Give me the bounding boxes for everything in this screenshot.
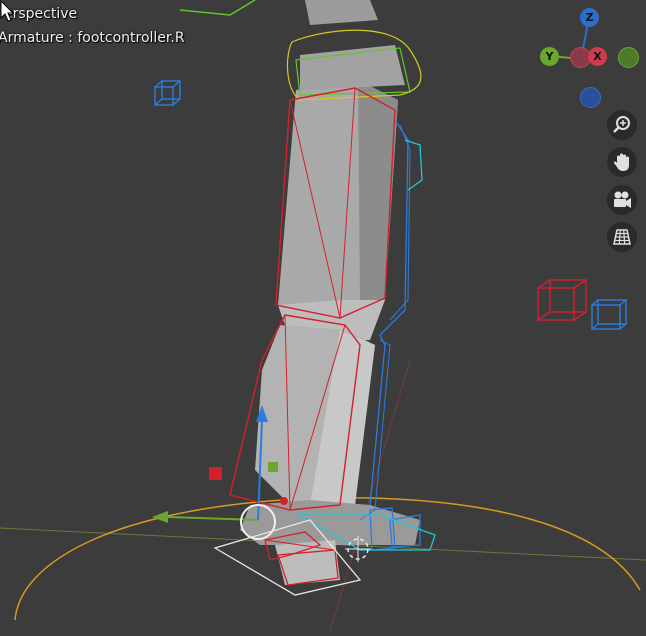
hand-pan-icon [613,153,629,171]
thigh-shade [358,80,398,300]
camera-view-button[interactable] [607,185,637,215]
gizmo-neg-z-ball[interactable] [580,87,601,108]
3d-viewport[interactable]: erspective Armature : footcontroller.R Z… [0,0,646,633]
view-mode-label: erspective [4,6,78,22]
empty-cube-blue [154,80,181,106]
heel-mesh [275,540,340,585]
empty-cube-red [537,279,587,321]
pan-button[interactable] [607,147,637,177]
gizmo-x-ball[interactable]: X [588,47,607,66]
gizmo-x-label: X [593,50,602,63]
gizmo-z-ball[interactable]: Z [580,8,599,27]
gizmo-plane-handle [209,467,222,480]
gizmo-z-label: Z [585,11,594,24]
gizmo-y-label: Y [545,50,554,63]
gizmo-y-arrow [167,516,259,521]
perspective-grid-icon [613,229,631,245]
mouse-cursor-icon [0,0,14,22]
gizmo-neg-y-ball[interactable] [618,47,639,68]
zoom-icon [613,116,630,133]
camera-icon [614,191,631,208]
gizmo-y-ball[interactable]: Y [540,47,559,66]
perspective-toggle-button[interactable] [607,222,637,252]
active-object-label: Armature : footcontroller.R [0,30,185,46]
zoom-button[interactable] [607,110,637,140]
navigation-gizmo[interactable]: Z Y X [536,4,646,114]
empty-cube-blue-right [591,299,627,330]
